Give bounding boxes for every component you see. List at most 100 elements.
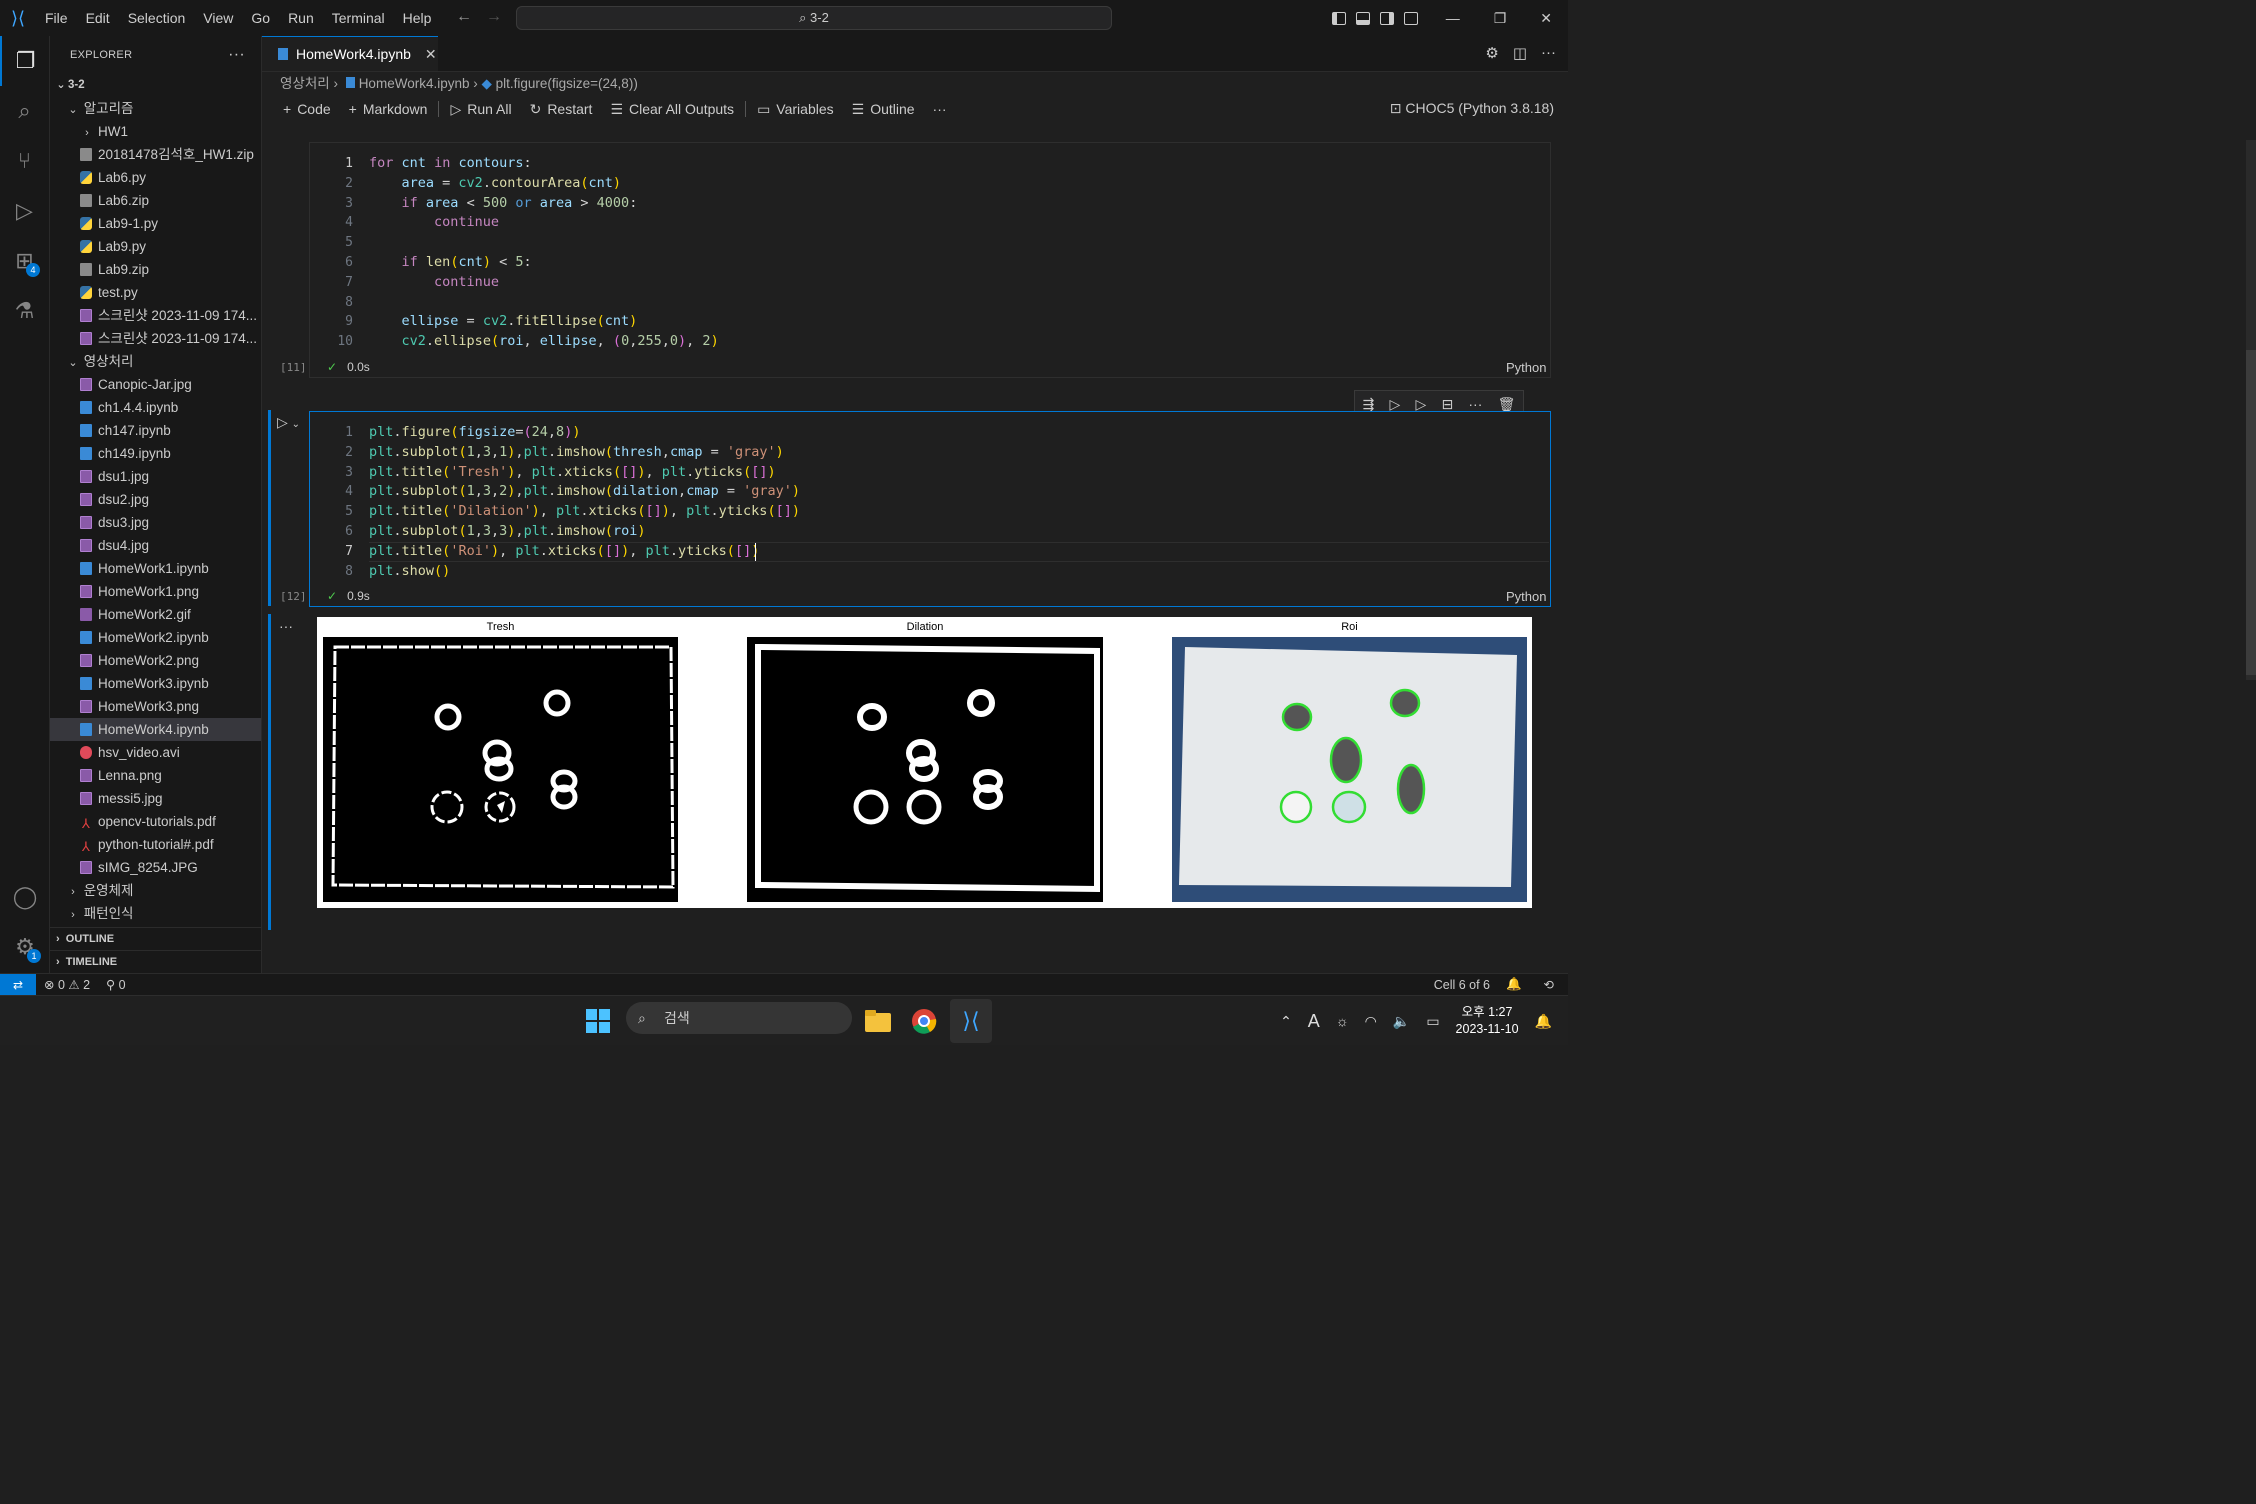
close-window-icon[interactable]: ✕ [1540,10,1552,27]
execute-below-icon[interactable]: ▷ [1415,396,1426,413]
more-actions-icon[interactable]: ··· [228,46,245,64]
file-item[interactable]: ⅄ opencv-tutorials.pdf [50,810,261,833]
code-line[interactable]: plt.title('Dilation'), plt.xticks([]), p… [369,503,800,519]
file-item[interactable]: ch149.ipynb [50,442,261,465]
workspace-root[interactable]: ⌄ 3-2 [50,74,261,97]
menu-go[interactable]: Go [242,0,279,36]
menu-selection[interactable]: Selection [119,0,195,36]
file-item[interactable]: Lab9.zip [50,258,261,281]
brightness-icon[interactable]: ☼ [1336,1013,1349,1029]
more-cell-actions-icon[interactable]: ··· [1468,396,1482,412]
code-line[interactable]: if area < 500 or area > 4000: [369,195,638,211]
file-item[interactable]: Lab6.zip [50,189,261,212]
scrollbar-thumb[interactable] [2246,350,2256,675]
run-by-line-icon[interactable]: ⇶ [1363,396,1375,413]
taskbar-search[interactable]: ⌕ 검색 [626,1002,852,1034]
ports-indicator[interactable]: ⚲ 0 [106,977,126,992]
chrome-icon[interactable] [910,1006,938,1036]
folder-pattern-recognition[interactable]: › 패턴인식 [50,902,261,925]
output-more-icon[interactable]: ··· [279,618,293,634]
folder-algorithms[interactable]: ⌄ 알고리즘 [50,97,261,120]
menu-file[interactable]: File [36,0,77,36]
wifi-icon[interactable]: ◠ [1365,1013,1377,1030]
menu-view[interactable]: View [194,0,242,36]
execute-above-icon[interactable]: ▷ [1390,396,1401,413]
file-item[interactable]: 스크린샷 2023-11-09 174... [50,327,261,350]
editor-scrollbar[interactable] [2246,140,2256,680]
more-toolbar-icon[interactable]: ··· [924,101,956,117]
code-line[interactable]: continue [369,274,499,290]
search-activity-icon[interactable]: ⌕ [0,86,49,136]
folder-operating-systems[interactable]: › 운영체제 [50,879,261,902]
code-line[interactable]: ellipse = cv2.fitEllipse(cnt) [369,313,638,329]
code-line[interactable]: plt.title('Roi'), plt.xticks([]), plt.yt… [369,543,759,559]
extensions-icon[interactable]: ⊞ 4 [0,236,49,286]
remote-indicator-icon[interactable]: ⇄ [0,973,36,996]
timeline-section[interactable]: › TIMELINE [50,950,262,973]
menu-help[interactable]: Help [394,0,441,36]
code-line[interactable]: if len(cnt) < 5: [369,254,532,270]
code-line[interactable]: plt.subplot(1,3,1),plt.imshow(thresh,cma… [369,444,784,460]
battery-icon[interactable]: ▭ [1426,1013,1439,1030]
file-item[interactable]: 스크린샷 2023-11-09 174... [50,304,261,327]
file-item[interactable]: dsu3.jpg [50,511,261,534]
file-item[interactable]: Canopic-Jar.jpg [50,373,261,396]
restart-button[interactable]: ↻ Restart [521,101,602,118]
file-item[interactable]: HomeWork2.gif [50,603,261,626]
cell-position[interactable]: Cell 6 of 6 [1434,978,1490,992]
file-item[interactable]: dsu2.jpg [50,488,261,511]
file-item[interactable]: Lab6.py [50,166,261,189]
menu-terminal[interactable]: Terminal [323,0,394,36]
code-line[interactable]: area = cv2.contourArea(cnt) [369,175,622,191]
file-item[interactable]: › HW1 [50,120,261,143]
chevron-up-icon[interactable]: ⌃ [1280,1013,1292,1030]
notification-bell-icon[interactable]: 🔔 [1535,1013,1552,1030]
outline-section[interactable]: › OUTLINE [50,927,262,950]
start-windows-icon[interactable] [584,1006,612,1036]
menu-edit[interactable]: Edit [77,0,119,36]
accounts-icon[interactable]: ◯ [0,872,50,922]
code-line[interactable]: plt.subplot(1,3,2),plt.imshow(dilation,c… [369,483,800,499]
code-line[interactable]: plt.figure(figsize=(24,8)) [369,424,580,440]
add-markdown-button[interactable]: + Markdown [340,101,437,117]
sync-icon[interactable]: ⟲ [1544,977,1554,992]
file-item[interactable]: dsu4.jpg [50,534,261,557]
restore-icon[interactable]: ❐ [1494,10,1507,27]
delete-cell-icon[interactable]: 🗑 [1498,396,1516,413]
minimize-icon[interactable]: — [1446,10,1460,26]
add-code-button[interactable]: + Code [274,101,340,117]
clock[interactable]: 오후 1:27 2023-11-10 [1456,1004,1519,1038]
file-explorer-icon[interactable] [864,1006,892,1036]
file-item[interactable]: ch147.ipynb [50,419,261,442]
settings-gear-icon[interactable]: ⚙ 1 [0,922,50,972]
code-line[interactable]: plt.subplot(1,3,3),plt.imshow(roi) [369,523,646,539]
file-item[interactable]: ⅄ python-tutorial#.pdf [50,833,261,856]
variables-button[interactable]: ▭ Variables [748,101,843,118]
code-line[interactable]: plt.title('Tresh'), plt.xticks([]), plt.… [369,464,776,480]
file-item[interactable]: sIMG_8254.JPG [50,856,261,879]
file-item[interactable]: HomeWork1.png [50,580,261,603]
file-item[interactable]: Lab9-1.py [50,212,261,235]
run-all-button[interactable]: ▷ Run All [441,101,520,118]
code-line[interactable]: plt.show() [369,563,450,579]
notifications-bell-icon[interactable]: 🔔 [1506,977,1522,992]
toggle-sidebar-icon[interactable] [1331,11,1346,25]
close-tab-icon[interactable]: ✕ [425,46,437,63]
code-line[interactable]: cv2.ellipse(roi, ellipse, (0,255,0), 2) [369,333,719,349]
split-editor-icon[interactable]: ◫ [1513,44,1527,62]
more-actions-icon[interactable]: ··· [1541,44,1556,62]
file-item[interactable]: HomeWork1.ipynb [50,557,261,580]
file-item[interactable]: HomeWork3.ipynb [50,672,261,695]
input-method-icon[interactable]: A [1308,1011,1320,1032]
explorer-icon[interactable]: ❐ [0,36,49,86]
kernel-picker[interactable]: ⊡ CHOC5 (Python 3.8.18) [1390,100,1554,117]
file-item[interactable]: HomeWork2.png [50,649,261,672]
breadcrumb-symbol[interactable]: plt.figure(figsize=(24,8)) [496,76,638,91]
testing-icon[interactable]: ⚗ [0,286,49,336]
menu-run[interactable]: Run [279,0,323,36]
file-item[interactable]: HomeWork4.ipynb [50,718,261,741]
folder-image-processing[interactable]: ⌄ 영상처리 [50,350,261,373]
code-line[interactable]: continue [369,214,499,230]
file-item[interactable]: dsu1.jpg [50,465,261,488]
cell-language[interactable]: Python [1506,589,1546,604]
